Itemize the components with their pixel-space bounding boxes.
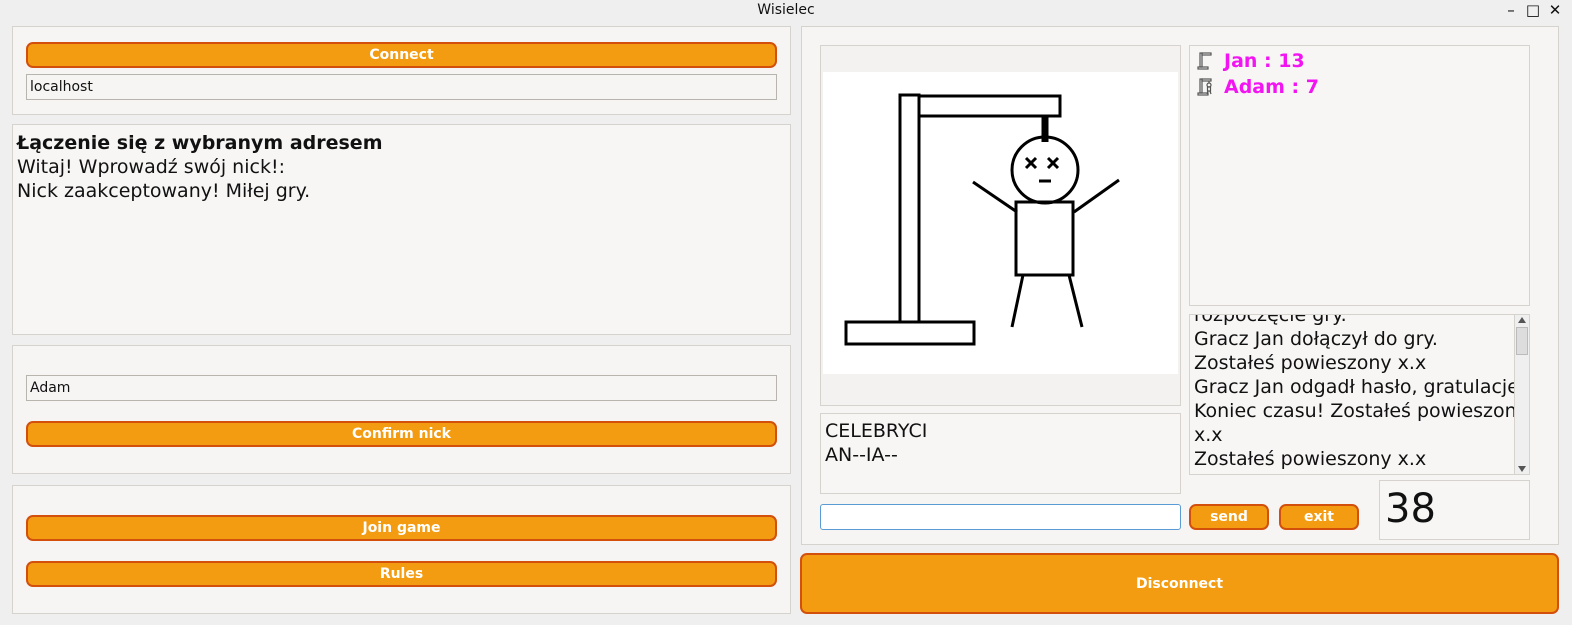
chat-line: rozpoczęcie gry. [1194,314,1347,326]
hangman-drawing [823,72,1178,374]
window-title: Wisielec [757,2,815,18]
server-log-panel: Łączenie się z wybranym adresem Witaj! W… [12,124,791,335]
chat-line: Gracz Jan odgadł hasło, gratulacje! [1194,376,1527,398]
timer-value: 38 [1385,486,1436,532]
close-icon[interactable]: ✕ [1546,1,1564,19]
timer-panel: 38 [1379,480,1530,540]
minimize-icon[interactable]: – [1502,1,1520,19]
players-panel: Jan : 13 Adam : 7 [1189,45,1530,306]
rules-button[interactable]: Rules [26,561,777,587]
chat-line: x.x [1194,424,1223,446]
nick-panel: Adam Confirm nick [12,345,791,474]
chat-scrollbar[interactable] [1514,315,1529,474]
log-line: Łączenie się z wybranym adresem [17,132,383,154]
chat-line: Koniec czasu! Zostałeś powieszony [1194,400,1528,422]
gallows-empty-icon [1197,52,1212,70]
player-score: Adam : 7 [1224,76,1319,98]
join-game-button[interactable]: Join game [26,515,777,541]
menu-panel: Join game Rules [12,485,791,614]
send-button[interactable]: send [1189,504,1269,530]
chat-line: Gracz Jan dołączył do gry. [1194,328,1438,350]
scroll-down-icon[interactable] [1518,466,1526,472]
scroll-thumb[interactable] [1516,327,1528,355]
title-bar: Wisielec – □ ✕ [0,0,1572,22]
log-line: Witaj! Wprowadź swój nick!: [17,156,285,178]
maximize-icon[interactable]: □ [1524,1,1542,19]
chat-line: Zostałeś powieszony x.x [1194,352,1427,374]
gallows-partial-icon [1197,78,1212,96]
chat-panel: rozpoczęcie gry. Gracz Jan dołączył do g… [1189,314,1530,475]
player-row: Adam : 7 [1196,76,1319,98]
disconnect-button[interactable]: Disconnect [800,553,1559,614]
category-label: CELEBRYCI [825,420,928,442]
confirm-nick-button[interactable]: Confirm nick [26,421,777,447]
hangman-panel [820,45,1181,406]
server-log: Łączenie się z wybranym adresem Witaj! W… [17,131,383,203]
player-row: Jan : 13 [1196,50,1305,72]
nick-input[interactable]: Adam [26,375,777,401]
scroll-up-icon[interactable] [1518,317,1526,323]
exit-button[interactable]: exit [1279,504,1359,530]
connection-panel: Connect localhost [12,26,791,115]
masked-word: AN--IA-- [825,444,898,466]
player-score: Jan : 13 [1224,50,1305,72]
chat-log: rozpoczęcie gry. Gracz Jan dołączył do g… [1194,314,1528,471]
connect-button[interactable]: Connect [26,42,777,68]
word-display: CELEBRYCI AN--IA-- [825,419,927,467]
chat-line: Zostałeś powieszony x.x [1194,448,1427,470]
word-panel: CELEBRYCI AN--IA-- [820,413,1181,494]
game-panel: CELEBRYCI AN--IA-- Jan : 13 Adam : 7 roz… [801,26,1559,545]
guess-input[interactable] [820,504,1181,530]
log-line: Nick zaakceptowany! Miłej gry. [17,180,311,202]
address-input[interactable]: localhost [26,74,777,100]
